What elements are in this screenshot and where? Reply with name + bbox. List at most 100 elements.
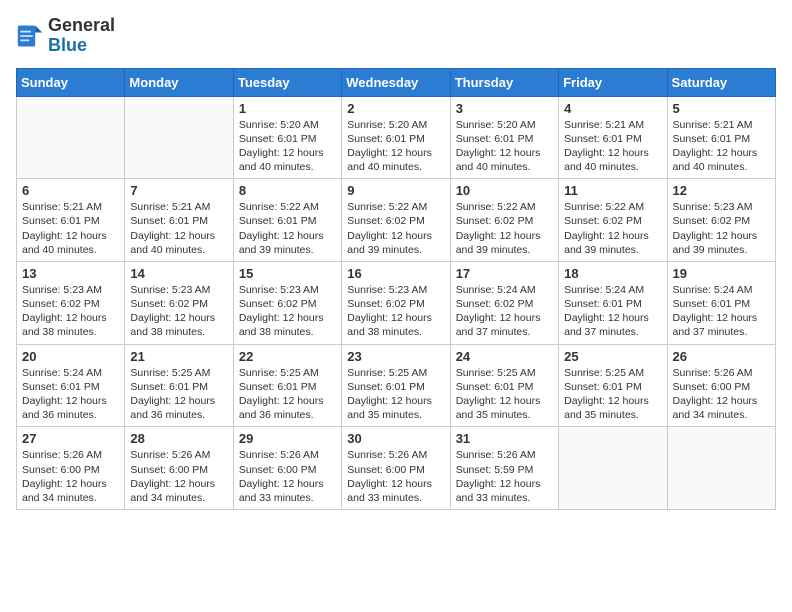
calendar-table: SundayMondayTuesdayWednesdayThursdayFrid…: [16, 68, 776, 510]
calendar-cell: 4 Sunrise: 5:21 AMSunset: 6:01 PMDaylight…: [559, 96, 667, 179]
calendar-week-5: 27 Sunrise: 5:26 AMSunset: 6:00 PMDayligh…: [17, 427, 776, 510]
day-info: Sunrise: 5:23 AMSunset: 6:02 PMDaylight:…: [673, 200, 770, 257]
weekday-header-saturday: Saturday: [667, 68, 775, 96]
calendar-cell: 29 Sunrise: 5:26 AMSunset: 6:00 PMDayligh…: [233, 427, 341, 510]
day-number: 26: [673, 349, 770, 364]
calendar-cell: 30 Sunrise: 5:26 AMSunset: 6:00 PMDayligh…: [342, 427, 450, 510]
day-number: 27: [22, 431, 119, 446]
day-info: Sunrise: 5:25 AMSunset: 6:01 PMDaylight:…: [239, 366, 336, 423]
calendar-cell: 12 Sunrise: 5:23 AMSunset: 6:02 PMDayligh…: [667, 179, 775, 262]
calendar-cell: [559, 427, 667, 510]
day-number: 14: [130, 266, 227, 281]
calendar-cell: 15 Sunrise: 5:23 AMSunset: 6:02 PMDayligh…: [233, 261, 341, 344]
day-number: 21: [130, 349, 227, 364]
day-number: 16: [347, 266, 444, 281]
day-info: Sunrise: 5:21 AMSunset: 6:01 PMDaylight:…: [673, 118, 770, 175]
day-info: Sunrise: 5:24 AMSunset: 6:01 PMDaylight:…: [564, 283, 661, 340]
day-number: 25: [564, 349, 661, 364]
day-number: 10: [456, 183, 553, 198]
day-number: 13: [22, 266, 119, 281]
day-info: Sunrise: 5:23 AMSunset: 6:02 PMDaylight:…: [239, 283, 336, 340]
day-number: 24: [456, 349, 553, 364]
calendar-cell: 14 Sunrise: 5:23 AMSunset: 6:02 PMDayligh…: [125, 261, 233, 344]
day-number: 3: [456, 101, 553, 116]
day-info: Sunrise: 5:24 AMSunset: 6:02 PMDaylight:…: [456, 283, 553, 340]
day-number: 18: [564, 266, 661, 281]
calendar-cell: 2 Sunrise: 5:20 AMSunset: 6:01 PMDaylight…: [342, 96, 450, 179]
day-number: 28: [130, 431, 227, 446]
day-info: Sunrise: 5:26 AMSunset: 6:00 PMDaylight:…: [239, 448, 336, 505]
day-number: 19: [673, 266, 770, 281]
calendar-cell: 5 Sunrise: 5:21 AMSunset: 6:01 PMDaylight…: [667, 96, 775, 179]
day-number: 1: [239, 101, 336, 116]
calendar-cell: 21 Sunrise: 5:25 AMSunset: 6:01 PMDayligh…: [125, 344, 233, 427]
calendar-cell: 22 Sunrise: 5:25 AMSunset: 6:01 PMDayligh…: [233, 344, 341, 427]
logo: GeneralBlue: [16, 16, 115, 56]
day-number: 9: [347, 183, 444, 198]
calendar-week-3: 13 Sunrise: 5:23 AMSunset: 6:02 PMDayligh…: [17, 261, 776, 344]
day-number: 17: [456, 266, 553, 281]
day-info: Sunrise: 5:20 AMSunset: 6:01 PMDaylight:…: [456, 118, 553, 175]
day-info: Sunrise: 5:22 AMSunset: 6:02 PMDaylight:…: [456, 200, 553, 257]
day-info: Sunrise: 5:21 AMSunset: 6:01 PMDaylight:…: [22, 200, 119, 257]
day-number: 7: [130, 183, 227, 198]
day-number: 4: [564, 101, 661, 116]
calendar-cell: 19 Sunrise: 5:24 AMSunset: 6:01 PMDayligh…: [667, 261, 775, 344]
weekday-header-monday: Monday: [125, 68, 233, 96]
day-number: 15: [239, 266, 336, 281]
day-number: 2: [347, 101, 444, 116]
day-number: 30: [347, 431, 444, 446]
day-number: 23: [347, 349, 444, 364]
day-info: Sunrise: 5:23 AMSunset: 6:02 PMDaylight:…: [347, 283, 444, 340]
weekday-header-thursday: Thursday: [450, 68, 558, 96]
calendar-cell: 17 Sunrise: 5:24 AMSunset: 6:02 PMDayligh…: [450, 261, 558, 344]
weekday-header-tuesday: Tuesday: [233, 68, 341, 96]
calendar-cell: 20 Sunrise: 5:24 AMSunset: 6:01 PMDayligh…: [17, 344, 125, 427]
day-info: Sunrise: 5:26 AMSunset: 6:00 PMDaylight:…: [673, 366, 770, 423]
day-number: 20: [22, 349, 119, 364]
day-info: Sunrise: 5:26 AMSunset: 5:59 PMDaylight:…: [456, 448, 553, 505]
day-info: Sunrise: 5:21 AMSunset: 6:01 PMDaylight:…: [564, 118, 661, 175]
calendar-cell: 31Sunrise: 5:26 AMSunset: 5:59 PMDayligh…: [450, 427, 558, 510]
calendar-cell: 18 Sunrise: 5:24 AMSunset: 6:01 PMDayligh…: [559, 261, 667, 344]
calendar-cell: 24 Sunrise: 5:25 AMSunset: 6:01 PMDayligh…: [450, 344, 558, 427]
day-info: Sunrise: 5:23 AMSunset: 6:02 PMDaylight:…: [22, 283, 119, 340]
calendar-cell: [667, 427, 775, 510]
day-info: Sunrise: 5:21 AMSunset: 6:01 PMDaylight:…: [130, 200, 227, 257]
day-info: Sunrise: 5:26 AMSunset: 6:00 PMDaylight:…: [347, 448, 444, 505]
calendar-week-4: 20 Sunrise: 5:24 AMSunset: 6:01 PMDayligh…: [17, 344, 776, 427]
day-info: Sunrise: 5:20 AMSunset: 6:01 PMDaylight:…: [347, 118, 444, 175]
day-info: Sunrise: 5:26 AMSunset: 6:00 PMDaylight:…: [130, 448, 227, 505]
day-info: Sunrise: 5:25 AMSunset: 6:01 PMDaylight:…: [130, 366, 227, 423]
day-info: Sunrise: 5:23 AMSunset: 6:02 PMDaylight:…: [130, 283, 227, 340]
calendar-cell: 9 Sunrise: 5:22 AMSunset: 6:02 PMDaylight…: [342, 179, 450, 262]
page-header: GeneralBlue: [16, 16, 776, 56]
day-number: 5: [673, 101, 770, 116]
day-info: Sunrise: 5:25 AMSunset: 6:01 PMDaylight:…: [456, 366, 553, 423]
day-info: Sunrise: 5:25 AMSunset: 6:01 PMDaylight:…: [347, 366, 444, 423]
calendar-cell: 26 Sunrise: 5:26 AMSunset: 6:00 PMDayligh…: [667, 344, 775, 427]
calendar-cell: 16 Sunrise: 5:23 AMSunset: 6:02 PMDayligh…: [342, 261, 450, 344]
calendar-cell: 13 Sunrise: 5:23 AMSunset: 6:02 PMDayligh…: [17, 261, 125, 344]
weekday-header-sunday: Sunday: [17, 68, 125, 96]
day-number: 29: [239, 431, 336, 446]
day-info: Sunrise: 5:22 AMSunset: 6:02 PMDaylight:…: [347, 200, 444, 257]
day-info: Sunrise: 5:25 AMSunset: 6:01 PMDaylight:…: [564, 366, 661, 423]
calendar-cell: 10 Sunrise: 5:22 AMSunset: 6:02 PMDayligh…: [450, 179, 558, 262]
calendar-cell: 11Sunrise: 5:22 AMSunset: 6:02 PMDayligh…: [559, 179, 667, 262]
day-number: 12: [673, 183, 770, 198]
calendar-cell: 7 Sunrise: 5:21 AMSunset: 6:01 PMDaylight…: [125, 179, 233, 262]
day-info: Sunrise: 5:26 AMSunset: 6:00 PMDaylight:…: [22, 448, 119, 505]
day-number: 11: [564, 183, 661, 198]
calendar-cell: [125, 96, 233, 179]
day-number: 22: [239, 349, 336, 364]
weekday-header-friday: Friday: [559, 68, 667, 96]
day-info: Sunrise: 5:24 AMSunset: 6:01 PMDaylight:…: [22, 366, 119, 423]
logo-text: GeneralBlue: [48, 16, 115, 56]
day-info: Sunrise: 5:24 AMSunset: 6:01 PMDaylight:…: [673, 283, 770, 340]
day-info: Sunrise: 5:20 AMSunset: 6:01 PMDaylight:…: [239, 118, 336, 175]
calendar-week-2: 6Sunrise: 5:21 AMSunset: 6:01 PMDaylight…: [17, 179, 776, 262]
calendar-cell: 27 Sunrise: 5:26 AMSunset: 6:00 PMDayligh…: [17, 427, 125, 510]
weekday-header-wednesday: Wednesday: [342, 68, 450, 96]
calendar-cell: [17, 96, 125, 179]
